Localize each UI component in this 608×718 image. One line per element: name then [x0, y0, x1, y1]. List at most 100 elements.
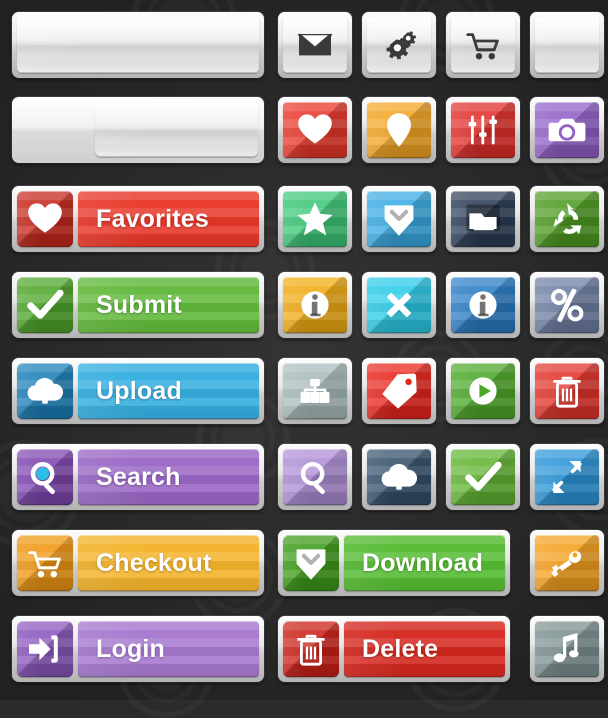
- camera-icon: [547, 110, 587, 150]
- slider-handle[interactable]: [95, 103, 258, 157]
- button-label: Search: [78, 463, 181, 492]
- magnifier-icon: [295, 457, 335, 497]
- upload-button[interactable]: Upload: [12, 358, 264, 424]
- icon-face: [451, 17, 515, 73]
- envelope-icon-button[interactable]: [278, 12, 352, 78]
- button-label-face: Delete: [344, 621, 505, 677]
- star-icon: [295, 199, 335, 239]
- icon-face: [451, 191, 515, 247]
- submit-button[interactable]: Submit: [12, 272, 264, 338]
- button-label-face: Upload: [78, 363, 259, 419]
- heart-icon: [25, 199, 65, 239]
- info-amber-icon-button[interactable]: [278, 272, 352, 338]
- camera-icon-button[interactable]: [530, 97, 604, 163]
- star-icon-button[interactable]: [278, 186, 352, 252]
- recycle-refresh-icon-button[interactable]: [530, 186, 604, 252]
- icon-face: [283, 449, 347, 505]
- icon-face: [283, 191, 347, 247]
- icon-face: [367, 102, 431, 158]
- icon-face: [451, 449, 515, 505]
- login-icon: [25, 629, 65, 669]
- button-label: Submit: [78, 291, 182, 320]
- folder-icon: [463, 199, 503, 239]
- server-rack-icon-button[interactable]: [278, 358, 352, 424]
- map-pin-icon: [379, 110, 419, 150]
- close-x-icon-button[interactable]: [362, 272, 436, 338]
- trash-icon: [547, 371, 587, 411]
- icon-face: [535, 449, 599, 505]
- slider-bar[interactable]: [12, 97, 264, 163]
- icon-face: [535, 17, 599, 73]
- button-face: [17, 277, 73, 333]
- cloud-upload-icon: [379, 457, 419, 497]
- download-badge-icon: [379, 199, 419, 239]
- icon-face: [367, 191, 431, 247]
- delete-button[interactable]: Delete: [278, 616, 510, 682]
- button-label-face: Download: [344, 535, 505, 591]
- settings-gears-icon-button[interactable]: [362, 12, 436, 78]
- map-pin-icon-button[interactable]: [362, 97, 436, 163]
- equalizer-icon-button[interactable]: [446, 97, 520, 163]
- check-icon-button[interactable]: [446, 444, 520, 510]
- cart-icon: [25, 543, 65, 583]
- icon-face: [535, 363, 599, 419]
- cloud-upload-icon-button[interactable]: [362, 444, 436, 510]
- button-label: Delete: [344, 635, 438, 664]
- server-rack-icon: [295, 371, 335, 411]
- music-note-icon-button[interactable]: [530, 616, 604, 682]
- recycle-refresh-icon: [547, 199, 587, 239]
- icon-face: [535, 102, 599, 158]
- shopping-cart-icon-button[interactable]: [446, 12, 520, 78]
- button-label: Checkout: [78, 549, 212, 578]
- play-icon-button[interactable]: [446, 358, 520, 424]
- icon-face: [535, 191, 599, 247]
- key-icon-button[interactable]: [530, 530, 604, 596]
- icon-face: [283, 363, 347, 419]
- icon-face: [283, 102, 347, 158]
- button-label-face: Login: [78, 621, 259, 677]
- button-face: [283, 621, 339, 677]
- icon-face: [367, 449, 431, 505]
- favorites-button[interactable]: Favorites: [12, 186, 264, 252]
- icon-face: [451, 277, 515, 333]
- icon-face: [451, 363, 515, 419]
- price-tag-icon-button[interactable]: [362, 358, 436, 424]
- button-face: [17, 363, 73, 419]
- checkout-button[interactable]: Checkout: [12, 530, 264, 596]
- cloudup-icon: [25, 371, 65, 411]
- envelope-icon: [295, 25, 335, 65]
- button-label: Favorites: [78, 205, 209, 234]
- magnifier-icon-button[interactable]: [278, 444, 352, 510]
- magnifier-icon: [25, 457, 65, 497]
- percent-icon-button[interactable]: [530, 272, 604, 338]
- shopping-cart-icon: [463, 25, 503, 65]
- search-button[interactable]: Search: [12, 444, 264, 510]
- info-blue-icon-button[interactable]: [446, 272, 520, 338]
- download-badge-icon-button[interactable]: [362, 186, 436, 252]
- folder-icon-button[interactable]: [446, 186, 520, 252]
- bar-face: [17, 17, 259, 73]
- blank-square-button[interactable]: [530, 12, 604, 78]
- icon-face: [451, 102, 515, 158]
- login-button[interactable]: Login: [12, 616, 264, 682]
- button-label-face: Search: [78, 449, 259, 505]
- download-button[interactable]: Download: [278, 530, 510, 596]
- downloadbadge-icon: [291, 543, 331, 583]
- button-label: Download: [344, 549, 483, 578]
- button-label-face: Checkout: [78, 535, 259, 591]
- equalizer-icon: [463, 110, 503, 150]
- price-tag-icon: [379, 371, 419, 411]
- play-icon: [463, 371, 503, 411]
- icon-face: [367, 17, 431, 73]
- trash-icon-button[interactable]: [530, 358, 604, 424]
- button-label: Login: [78, 635, 165, 664]
- settings-gears-icon: [379, 25, 419, 65]
- heart-icon-button[interactable]: [278, 97, 352, 163]
- blank-bar[interactable]: [12, 12, 264, 78]
- icon-face: [367, 363, 431, 419]
- music-note-icon: [547, 629, 587, 669]
- button-face: [283, 535, 339, 591]
- check-icon: [25, 285, 65, 325]
- icon-face: [535, 621, 599, 677]
- expand-arrows-icon-button[interactable]: [530, 444, 604, 510]
